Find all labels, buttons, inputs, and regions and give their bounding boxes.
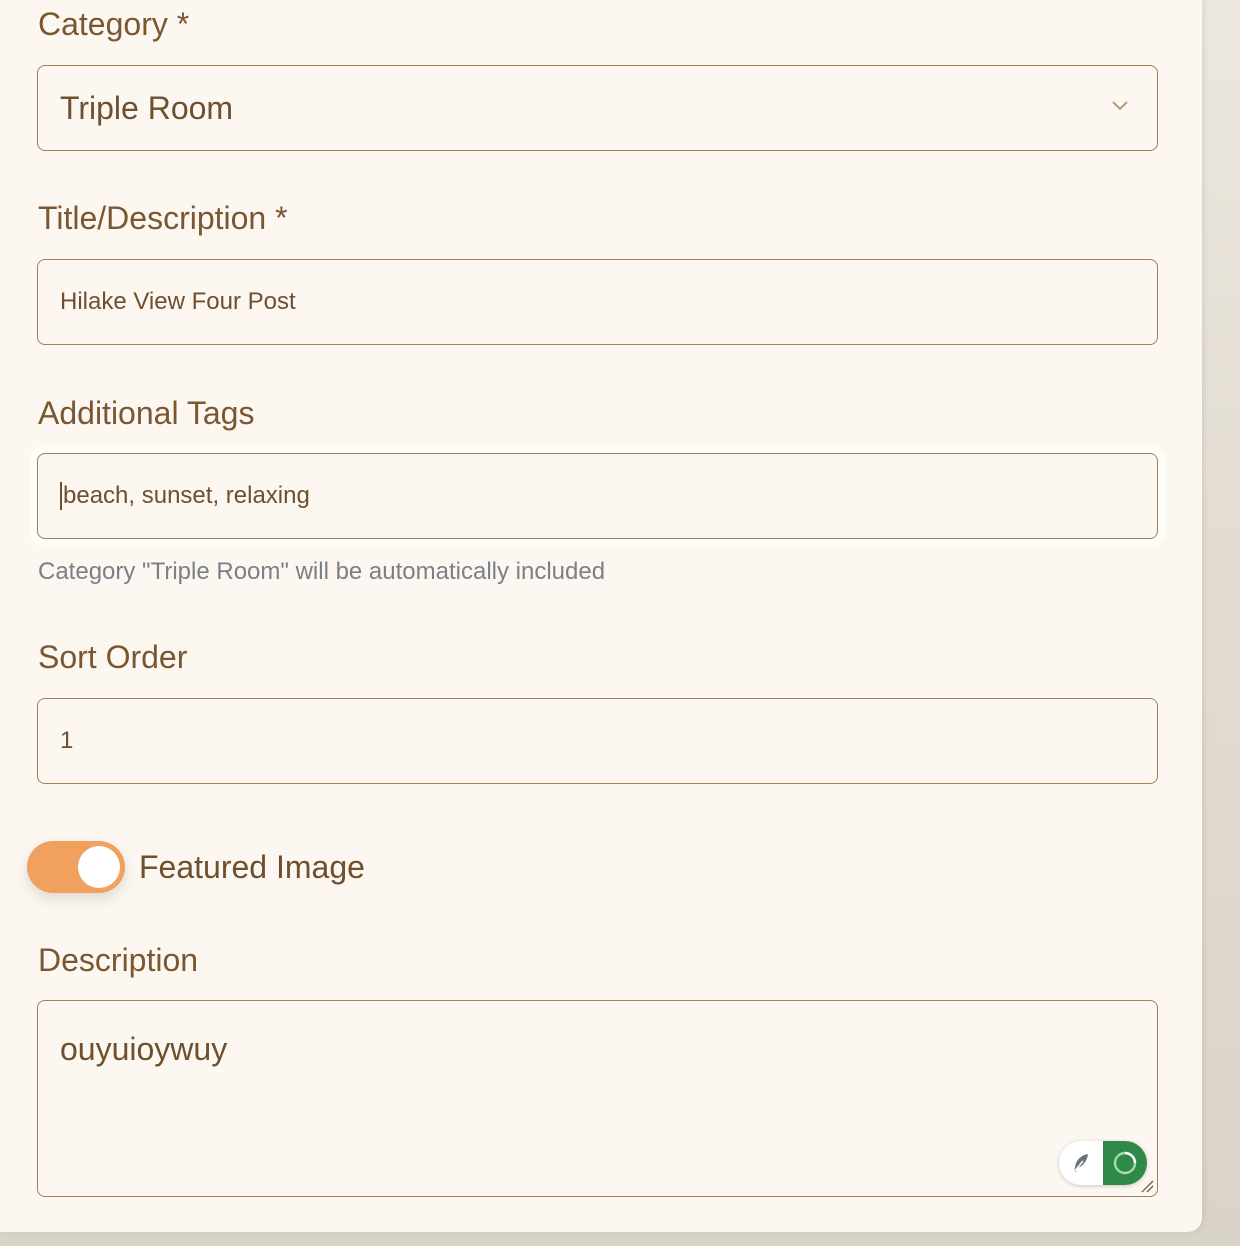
feather-button[interactable] bbox=[1059, 1141, 1103, 1185]
title-input[interactable]: Hilake View Four Post bbox=[37, 259, 1158, 345]
writing-assistant-widget[interactable] bbox=[1059, 1141, 1147, 1185]
sort-order-input[interactable]: 1 bbox=[37, 698, 1158, 784]
tags-hint: Category "Triple Room" will be automatic… bbox=[38, 558, 606, 585]
feather-icon bbox=[1073, 1154, 1088, 1173]
category-selected-value: Triple Room bbox=[60, 89, 234, 126]
resize-handle-icon[interactable] bbox=[1140, 1179, 1154, 1193]
description-textarea[interactable]: ouyuioywuy bbox=[37, 1000, 1158, 1197]
description-value: ouyuioywuy bbox=[60, 1031, 228, 1067]
toggle-knob bbox=[78, 846, 120, 888]
loading-spinner-icon bbox=[1113, 1151, 1137, 1175]
text-caret bbox=[60, 482, 62, 510]
tags-label: Additional Tags bbox=[38, 395, 255, 431]
category-label: Category * bbox=[38, 6, 190, 42]
status-button[interactable] bbox=[1103, 1141, 1147, 1185]
sort-order-label: Sort Order bbox=[38, 639, 188, 675]
description-label: Description bbox=[38, 942, 199, 978]
category-select[interactable]: Triple Room bbox=[37, 65, 1158, 151]
chevron-down-icon bbox=[1112, 101, 1128, 111]
sort-order-value: 1 bbox=[60, 727, 74, 754]
tags-input-value: beach, sunset, relaxing bbox=[63, 482, 310, 509]
tags-input[interactable]: beach, sunset, relaxing bbox=[37, 453, 1158, 539]
title-input-value: Hilake View Four Post bbox=[60, 288, 296, 315]
featured-image-label: Featured Image bbox=[139, 849, 365, 885]
title-label: Title/Description * bbox=[38, 200, 288, 236]
featured-image-toggle[interactable] bbox=[27, 841, 125, 893]
